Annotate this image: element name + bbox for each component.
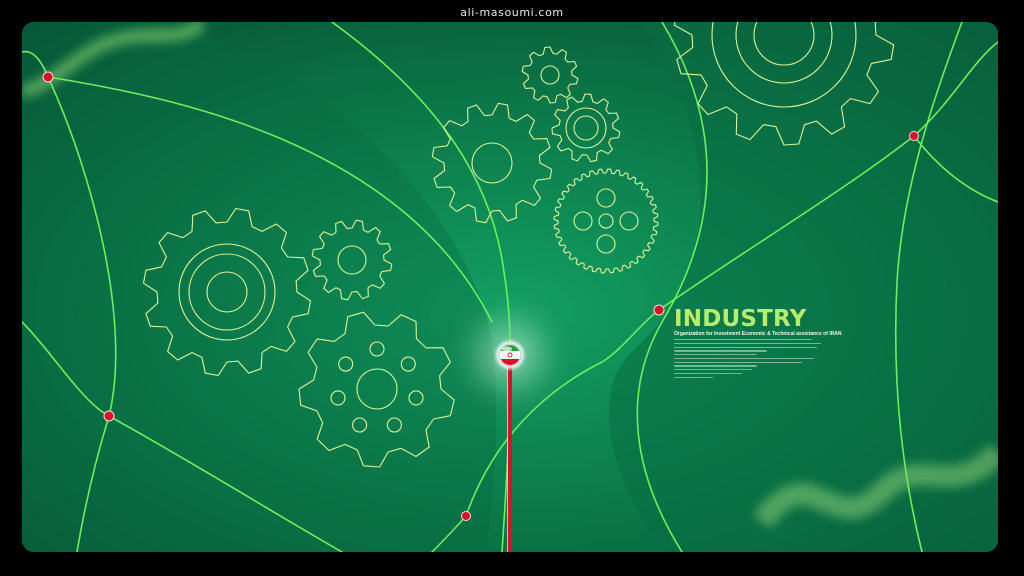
fine-print-line: [674, 365, 757, 367]
red-node-icon: [653, 304, 665, 316]
emblem-stem-highlight: [507, 363, 508, 552]
red-node-icon: [909, 131, 919, 141]
fine-print-line: [674, 342, 821, 344]
poster-artwork: [22, 22, 998, 552]
red-node-icon: [42, 71, 54, 83]
watermark-site: ali-masoumi.com: [460, 6, 564, 19]
emblem-shine: [502, 346, 512, 352]
fine-print-line: [674, 373, 742, 375]
flag-white-band: [500, 351, 520, 359]
fine-print-line: [674, 350, 767, 352]
red-node-icon: [103, 410, 115, 422]
red-node-icon: [461, 511, 471, 521]
fine-print-line: [674, 361, 802, 363]
poster-canvas: INDUSTRY Organization for Investment Eco…: [22, 22, 998, 552]
fine-print-line: [674, 354, 757, 356]
fine-print-line: [674, 369, 752, 371]
poster-title: INDUSTRY: [674, 306, 807, 332]
fine-print-line: [674, 339, 812, 341]
fine-print-line: [674, 346, 817, 348]
poster-body-text: [674, 339, 824, 381]
poster-subtitle: Organization for Investment Economic & T…: [674, 331, 842, 337]
emblem-stem: [508, 363, 512, 552]
fine-print-line: [674, 357, 814, 360]
fine-print-line: [674, 376, 713, 378]
